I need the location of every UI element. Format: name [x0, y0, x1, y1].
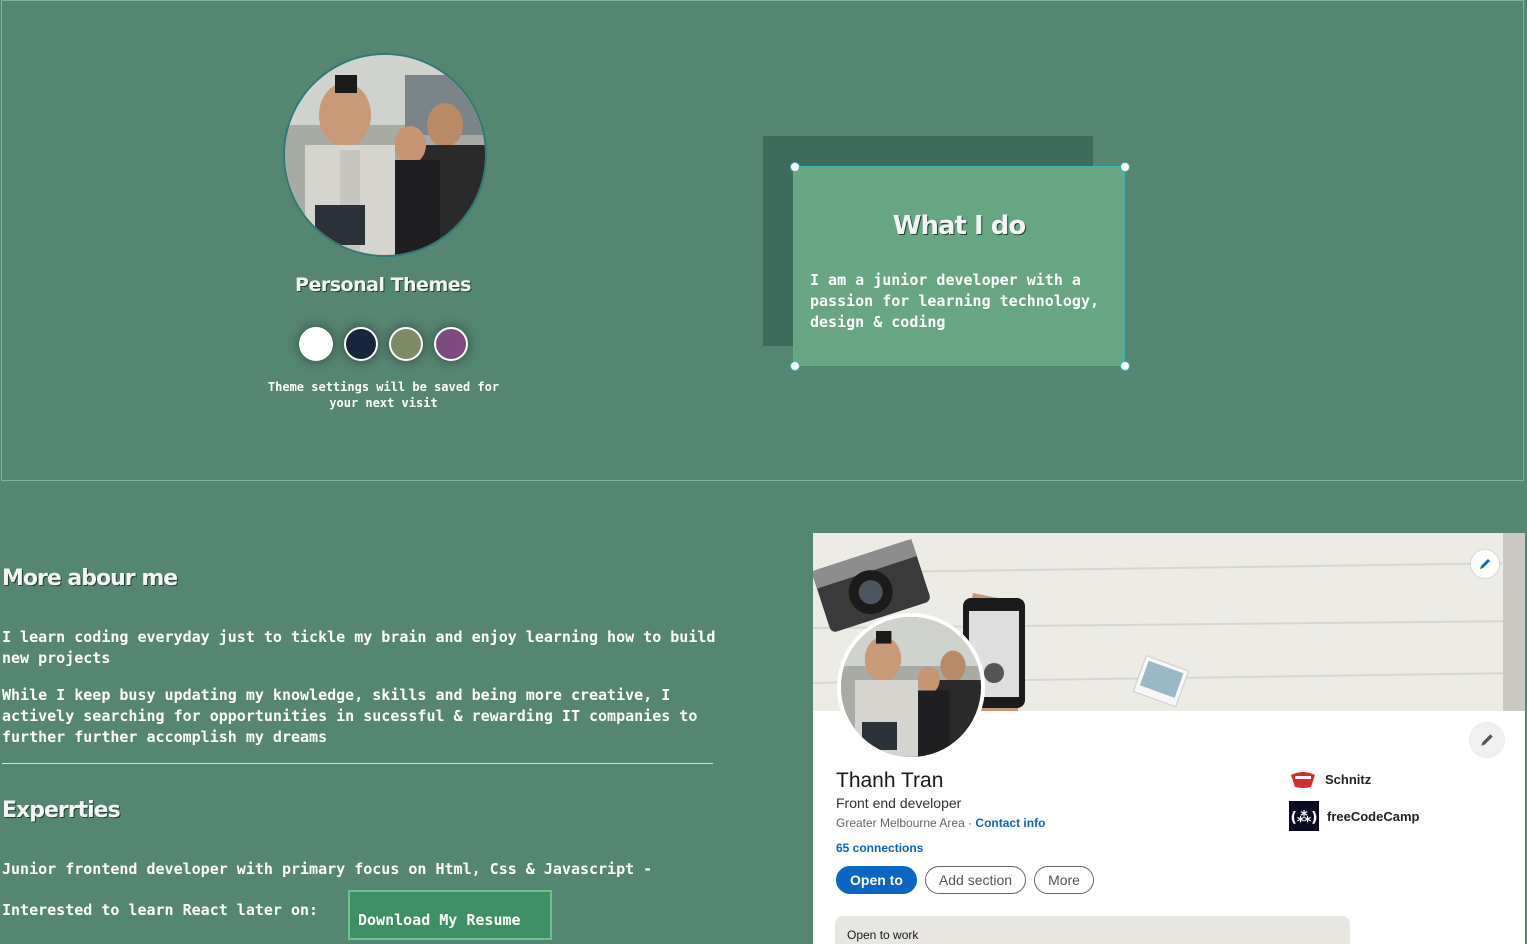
- profile-actions: Open to Add section More: [836, 866, 1094, 894]
- what-i-do-card[interactable]: What I do I am a junior developer with a…: [793, 166, 1125, 366]
- expertise-text: Junior frontend developer with primary f…: [2, 860, 653, 878]
- download-resume-button[interactable]: Download My Resume: [348, 890, 552, 940]
- contact-info-link[interactable]: Contact info: [975, 816, 1045, 830]
- profile-photo: [283, 53, 487, 257]
- company-schnitz[interactable]: Schnitz: [1289, 769, 1371, 789]
- profile-name: Thanh Tran: [836, 769, 944, 792]
- company-name: freeCodeCamp: [1327, 808, 1420, 824]
- open-to-work-card[interactable]: Open to work: [835, 916, 1350, 944]
- about-heading: More abour me: [2, 566, 178, 591]
- resize-handle-tl[interactable]: [790, 162, 800, 172]
- themes-title: Personal Themes: [295, 274, 471, 296]
- what-i-do-text: I am a junior developer with a passion f…: [810, 271, 1099, 331]
- divider: [2, 763, 713, 764]
- edit-profile-button[interactable]: [1470, 723, 1504, 757]
- resize-handle-br[interactable]: [1120, 361, 1130, 371]
- what-i-do-title: What I do: [892, 211, 1026, 241]
- edit-banner-button[interactable]: [1471, 550, 1499, 578]
- about-paragraph-1: I learn coding everyday just to tickle m…: [2, 628, 716, 667]
- svg-text:(⁂): (⁂): [1290, 810, 1317, 826]
- interested-text: Interested to learn React later on:: [2, 901, 319, 919]
- pencil-icon: [1480, 559, 1490, 569]
- company-name: Schnitz: [1325, 771, 1372, 787]
- theme-swatches: [299, 327, 468, 361]
- theme-swatch-purple[interactable]: [434, 327, 468, 361]
- freecodecamp-logo-icon: (⁂): [1289, 801, 1319, 831]
- theme-swatch-dark[interactable]: [344, 327, 378, 361]
- theme-note: Theme settings will be saved for your ne…: [267, 380, 500, 410]
- profile-location-row: Greater Melbourne Area · Contact info: [836, 816, 1046, 830]
- theme-swatch-light[interactable]: [299, 327, 333, 361]
- open-to-work-label: Open to work: [847, 928, 919, 942]
- theme-swatch-olive[interactable]: [389, 327, 423, 361]
- more-button[interactable]: More: [1034, 866, 1094, 894]
- profile-location: Greater Melbourne Area: [836, 816, 965, 830]
- resize-handle-tr[interactable]: [1120, 162, 1130, 172]
- expertise-heading: Experrties: [2, 798, 121, 823]
- pencil-icon: [1481, 734, 1493, 746]
- connections-link[interactable]: 65 connections: [836, 841, 923, 855]
- resize-handle-bl[interactable]: [790, 361, 800, 371]
- schnitz-logo-icon: [1291, 772, 1315, 788]
- linkedin-profile-card: Thanh Tran Front end developer Greater M…: [813, 533, 1525, 944]
- about-paragraph-2: While I keep busy updating my knowledge,…: [2, 686, 698, 746]
- company-freecodecamp[interactable]: (⁂) freeCodeCamp: [1289, 801, 1419, 831]
- linkedin-avatar: [837, 613, 985, 761]
- profile-headline: Front end developer: [836, 795, 962, 811]
- open-to-button[interactable]: Open to: [836, 866, 917, 894]
- add-section-button[interactable]: Add section: [924, 866, 1027, 894]
